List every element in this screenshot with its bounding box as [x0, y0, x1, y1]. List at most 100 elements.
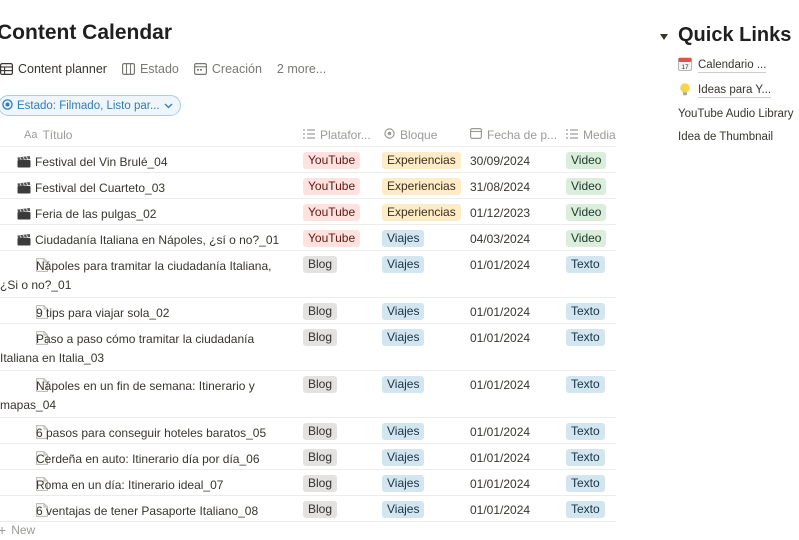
row-title: Festival del Cuarteto_03	[35, 181, 166, 195]
column-label: Fecha de p...	[487, 128, 558, 142]
table-row[interactable]: Roma en un día: Itinerario ideal_07 Blog V…	[0, 470, 616, 496]
row-title-cell[interactable]: Roma en un día: Itinerario ideal_07	[0, 476, 290, 495]
table-row[interactable]: 9 tips para viajar sola_02 Blog Viajes 01/0…	[0, 298, 616, 324]
quick-link-calendario[interactable]: 17 Calendario ...	[678, 57, 767, 74]
table-header: Aa Título Platafor... Bloque Fecha de p.…	[0, 122, 616, 147]
row-title-cell[interactable]: Paso a paso cómo tramitar la ciudadanía …	[0, 330, 290, 368]
media-tag: Texto	[566, 329, 605, 346]
quick-links-title: Quick Links	[678, 24, 792, 46]
media-tag: Texto	[566, 501, 605, 518]
page-icon	[18, 451, 48, 465]
platform-tag: Blog	[303, 475, 338, 492]
publish-date: 01/01/2024	[470, 477, 531, 491]
media-tag: Texto	[566, 256, 605, 273]
publish-date: 01/01/2024	[470, 503, 531, 517]
quick-link-youtube-audio-library[interactable]: YouTube Audio Library	[678, 108, 794, 120]
platform-tag: Blog	[303, 376, 338, 393]
calendar-view-icon	[193, 63, 207, 75]
block-tag: Experiencias	[382, 204, 461, 221]
clapperboard-icon	[17, 181, 31, 195]
tab-label: Estado	[139, 62, 179, 76]
media-tag: Video	[566, 230, 607, 247]
block-tag: Experiencias	[382, 152, 461, 169]
column-header-block[interactable]: Bloque	[384, 128, 437, 142]
tab-content-planner[interactable]: Content planner	[0, 62, 107, 76]
publish-date: 01/01/2024	[470, 451, 531, 465]
quick-links-heading[interactable]: Quick Links	[660, 24, 791, 47]
column-header-title[interactable]: Aa Título	[24, 128, 72, 142]
table-row[interactable]: 6 ventajas de tener Pasaporte Italiano_0…	[0, 496, 616, 522]
status-icon	[384, 128, 395, 142]
table-row[interactable]: Feria de las pulgas_02 YouTube Experiencia…	[0, 199, 616, 225]
media-tag: Video	[566, 178, 607, 195]
column-header-date[interactable]: Fecha de p...	[470, 128, 557, 142]
table-row[interactable]: Festival del Cuarteto_03 YouTube Experienc…	[0, 173, 616, 199]
new-row-label: New	[11, 523, 36, 537]
row-title: Nápoles en un fin de semana: Itinerario …	[0, 379, 255, 412]
status-filter-chip[interactable]: Estado: Filmado, Listo par...	[0, 95, 181, 116]
tab-creacion[interactable]: Creación	[193, 62, 262, 76]
row-title: Festival del Vin Brulé_04	[35, 155, 168, 169]
table-row[interactable]: Nápoles en un fin de semana: Itinerario …	[0, 371, 616, 418]
table-icon	[0, 63, 13, 75]
list-icon	[303, 128, 315, 142]
row-title: Cerdeña en auto: Itinerario día por día_…	[36, 452, 260, 466]
row-title-cell[interactable]: 6 pasos para conseguir hoteles baratos_0…	[0, 424, 290, 443]
svg-text:17: 17	[681, 64, 689, 71]
page-icon	[18, 305, 48, 319]
row-title-cell[interactable]: Festival del Cuarteto_03	[17, 179, 307, 198]
row-title-cell[interactable]: Nápoles para tramitar la ciudadanía Ital…	[0, 257, 290, 295]
table-row[interactable]: Festival del Vin Brulé_04 YouTube Experien…	[0, 147, 616, 173]
row-title: Ciudadanía Italiana en Nápoles, ¿sí o no…	[35, 233, 280, 247]
row-title: 6 pasos para conseguir hoteles baratos_0…	[36, 426, 267, 440]
view-tabs: Content planner Estado Creación 2 more..…	[0, 62, 326, 76]
media-tag: Video	[566, 204, 607, 221]
row-title-cell[interactable]: Nápoles en un fin de semana: Itinerario …	[0, 377, 290, 415]
table-row[interactable]: Ciudadanía Italiana en Nápoles, ¿sí o no…	[0, 225, 616, 251]
row-title-cell[interactable]: Cerdeña en auto: Itinerario día por día_…	[0, 450, 290, 469]
column-header-platform[interactable]: Platafor...	[303, 128, 371, 142]
column-header-media[interactable]: Media	[566, 128, 616, 142]
table-row[interactable]: Paso a paso cómo tramitar la ciudadanía …	[0, 324, 616, 371]
filter-label: Estado: Filmado, Listo par...	[17, 99, 160, 112]
media-tag: Texto	[566, 423, 605, 440]
row-title-cell[interactable]: 6 ventajas de tener Pasaporte Italiano_0…	[0, 502, 290, 521]
table-row[interactable]: 6 pasos para conseguir hoteles baratos_0…	[0, 418, 616, 444]
row-title-cell[interactable]: Ciudadanía Italiana en Nápoles, ¿sí o no…	[17, 231, 307, 250]
media-tag: Texto	[566, 376, 605, 393]
row-title-cell[interactable]: Festival del Vin Brulé_04	[17, 153, 307, 172]
tab-label: Creación	[211, 62, 262, 76]
row-title: Paso a paso cómo tramitar la ciudadanía …	[0, 332, 255, 365]
platform-tag: Blog	[303, 501, 338, 518]
row-title-cell[interactable]: Feria de las pulgas_02	[17, 205, 307, 224]
lightbulb-icon	[678, 82, 692, 100]
quick-link-ideas[interactable]: Ideas para Y...	[678, 82, 772, 100]
new-row-button[interactable]: + New	[0, 523, 35, 537]
column-label: Media	[583, 128, 616, 142]
page-title: Content Calendar	[0, 21, 173, 44]
publish-date: 01/01/2024	[470, 258, 531, 272]
more-views-button[interactable]: 2 more...	[277, 62, 326, 76]
table-row[interactable]: Cerdeña en auto: Itinerario día por día_…	[0, 444, 616, 470]
block-tag: Viajes	[382, 376, 425, 393]
tab-label: Content planner	[18, 62, 107, 76]
media-tag: Texto	[566, 475, 605, 492]
page-icon	[18, 477, 48, 491]
publish-date: 30/09/2024	[470, 154, 531, 168]
platform-tag: YouTube	[303, 152, 361, 169]
list-icon	[566, 128, 578, 142]
platform-tag: Blog	[303, 329, 338, 346]
plus-icon: +	[0, 522, 7, 538]
status-filter-icon	[2, 98, 13, 113]
column-label: Título	[42, 128, 73, 142]
block-tag: Viajes	[382, 303, 425, 320]
block-tag: Viajes	[382, 449, 425, 466]
quick-link-idea-thumbnail[interactable]: Idea de Thumbnail	[678, 131, 773, 143]
table-row[interactable]: Nápoles para tramitar la ciudadanía Ital…	[0, 251, 616, 298]
tab-estado[interactable]: Estado	[121, 62, 179, 76]
row-title-cell[interactable]: 9 tips para viajar sola_02	[0, 304, 290, 323]
triangle-down-icon	[660, 24, 668, 47]
page-icon	[18, 331, 48, 345]
block-tag: Viajes	[382, 329, 425, 346]
row-title: Roma en un día: Itinerario ideal_07	[36, 478, 224, 492]
